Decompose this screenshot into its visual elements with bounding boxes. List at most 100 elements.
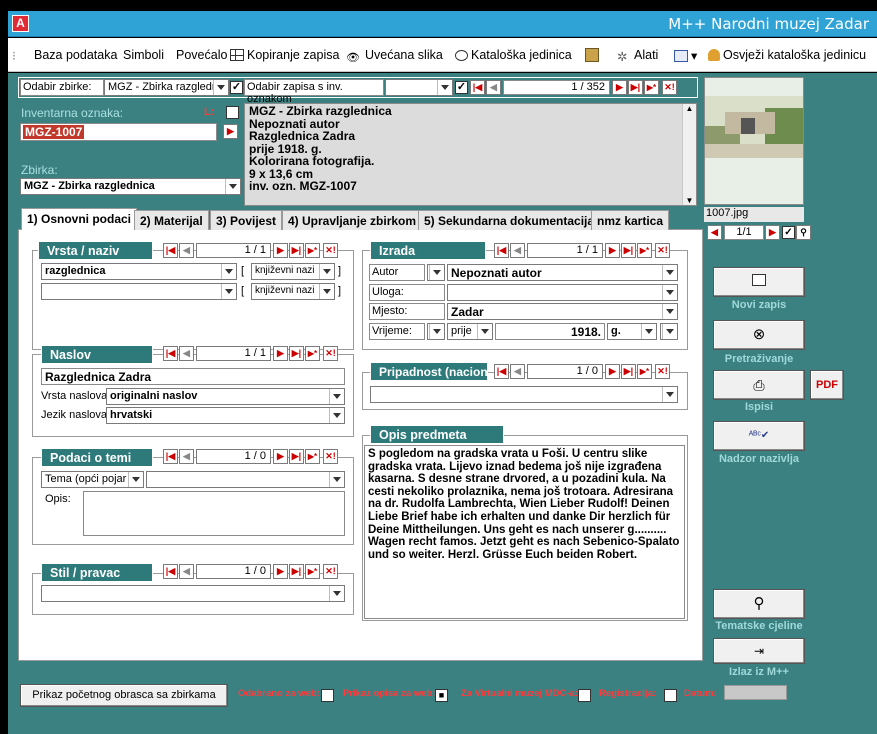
prev-button[interactable]: ◀ xyxy=(510,243,525,258)
tema-opis-textarea[interactable] xyxy=(83,491,345,536)
delete-record-button[interactable]: ✕! xyxy=(662,80,677,95)
tab-materijal[interactable]: 2) Materijal xyxy=(134,210,209,230)
pretrazivanje-button[interactable]: ⊗ xyxy=(713,320,805,350)
new-entry-button[interactable]: ▶* xyxy=(637,364,652,379)
last-button[interactable]: ▶| xyxy=(289,449,304,464)
naslov-input[interactable]: Razglednica Zadra xyxy=(41,368,345,385)
next-button[interactable]: ▶ xyxy=(273,243,288,258)
clipboard-button[interactable] xyxy=(585,48,602,63)
zbirka-checkbox[interactable]: ✓ xyxy=(230,81,243,94)
prev-button[interactable]: ◀ xyxy=(179,346,194,361)
inv-filter-select[interactable] xyxy=(385,79,453,96)
summary-scrollbar[interactable]: ▲ ▼ xyxy=(682,104,696,205)
delete-entry-button[interactable]: ✕! xyxy=(323,564,338,579)
menu-kataloska-jedinica[interactable]: Kataloška jedinica xyxy=(455,48,572,62)
new-entry-button[interactable]: ▶* xyxy=(305,243,320,258)
mjesto-select[interactable]: Zadar xyxy=(447,303,678,320)
tab-sekundarna-dokumentacija[interactable]: 5) Sekundarna dokumentacija xyxy=(418,210,601,230)
first-button[interactable]: |◀ xyxy=(494,364,509,379)
vrsta-row1-type-select[interactable]: književni nazi xyxy=(251,263,335,280)
image-zoom-button[interactable]: ⚲ xyxy=(796,225,811,240)
nadzor-nazivlja-button[interactable]: ᴬᴮᶜ✔ xyxy=(713,421,805,451)
inv-go-button[interactable]: ▶ xyxy=(223,124,238,139)
vrsta-row1-select[interactable]: razglednica xyxy=(41,263,237,280)
first-record-button[interactable]: |◀ xyxy=(470,80,485,95)
datum-field[interactable] xyxy=(724,685,787,700)
tema-value-select[interactable] xyxy=(146,471,345,488)
image-checkbox[interactable]: ✓ xyxy=(782,226,795,239)
zbirka-field[interactable]: MGZ - Zbirka razglednica xyxy=(20,178,241,195)
prije-select[interactable]: prije xyxy=(447,323,493,340)
menu-kopiranje-zapisa[interactable]: Kopiranje zapisa xyxy=(230,48,339,62)
last-button[interactable]: ▶| xyxy=(621,243,636,258)
first-button[interactable]: |◀ xyxy=(163,243,178,258)
pripadnost-select[interactable] xyxy=(370,386,678,403)
ispisi-button[interactable]: ⎙ xyxy=(713,370,805,400)
virtual-muzej-checkbox[interactable] xyxy=(578,689,591,702)
registracija-checkbox[interactable] xyxy=(664,689,677,702)
tab-nmz-kartica[interactable]: nmz kartica xyxy=(591,210,670,230)
year-input[interactable]: 1918. xyxy=(495,323,605,340)
tab-osnovni-podaci[interactable]: 1) Osnovni podaci xyxy=(21,208,138,230)
prev-button[interactable]: ◀ xyxy=(179,449,194,464)
tab-upravljanje-zbirkom[interactable]: 4) Upravljanje zbirkom xyxy=(282,210,423,230)
image-prev-button[interactable]: ◀ xyxy=(707,225,722,240)
prev-button[interactable]: ◀ xyxy=(179,564,194,579)
next-button[interactable]: ▶ xyxy=(273,449,288,464)
tema-select[interactable]: Tema (opći pojar xyxy=(41,471,144,488)
zbirka-select[interactable]: MGZ - Zbirka razgledr xyxy=(104,79,229,96)
izlaz-button[interactable]: ⇥ xyxy=(713,638,805,664)
inv-filter-checkbox[interactable]: ✓ xyxy=(455,81,468,94)
novi-zapis-button[interactable] xyxy=(713,267,805,297)
tab-povijest[interactable]: 3) Povijest xyxy=(210,210,283,230)
new-entry-button[interactable]: ▶* xyxy=(305,346,320,361)
vrsta-row2-type-select[interactable]: književni nazi xyxy=(251,283,335,300)
last-button[interactable]: ▶| xyxy=(621,364,636,379)
vrsta-row2-select[interactable] xyxy=(41,283,237,300)
web-checkbox[interactable] xyxy=(321,689,334,702)
last-button[interactable]: ▶| xyxy=(289,564,304,579)
first-button[interactable]: |◀ xyxy=(163,449,178,464)
menu-osvjezi[interactable]: Osvježi kataloška jedinicu xyxy=(708,48,866,62)
uloga-select[interactable] xyxy=(447,284,678,301)
last-button[interactable]: ▶| xyxy=(289,346,304,361)
menu-baza-podataka[interactable]: Baza podataka xyxy=(34,48,117,62)
next-record-button[interactable]: ▶ xyxy=(612,80,627,95)
vrijeme-type-select[interactable] xyxy=(427,323,445,340)
postcard-thumbnail[interactable] xyxy=(704,77,804,205)
delete-entry-button[interactable]: ✕! xyxy=(323,243,338,258)
stil-select[interactable] xyxy=(41,585,345,602)
inv-field[interactable]: MGZ-1007 xyxy=(20,123,217,141)
pdf-button[interactable]: PDF xyxy=(810,370,844,400)
new-entry-button[interactable]: ▶* xyxy=(305,449,320,464)
autor-type-select[interactable] xyxy=(427,264,445,281)
prev-button[interactable]: ◀ xyxy=(179,243,194,258)
next-button[interactable]: ▶ xyxy=(605,364,620,379)
last-record-button[interactable]: ▶| xyxy=(628,80,643,95)
jezik-naslova-select[interactable]: hrvatski xyxy=(106,407,345,424)
year-extra-select[interactable] xyxy=(660,323,678,340)
opis-textarea[interactable]: S pogledom na gradska vrata u Foši. U ce… xyxy=(364,445,685,619)
new-entry-button[interactable]: ▶* xyxy=(305,564,320,579)
next-button[interactable]: ▶ xyxy=(273,346,288,361)
tematske-cjeline-button[interactable]: ⚲ xyxy=(713,589,805,619)
opis-web-checkbox[interactable]: ■ xyxy=(435,689,448,702)
last-button[interactable]: ▶| xyxy=(289,243,304,258)
delete-entry-button[interactable]: ✕! xyxy=(655,243,670,258)
first-button[interactable]: |◀ xyxy=(494,243,509,258)
new-record-nav-button[interactable]: ▶* xyxy=(644,80,659,95)
delete-entry-button[interactable]: ✕! xyxy=(323,346,338,361)
year-unit-select[interactable]: g. xyxy=(607,323,657,340)
prev-button[interactable]: ◀ xyxy=(510,364,525,379)
image-next-button[interactable]: ▶ xyxy=(765,225,780,240)
l-checkbox[interactable] xyxy=(226,106,239,119)
form-dropdown-button[interactable]: ▾ xyxy=(674,48,697,63)
first-button[interactable]: |◀ xyxy=(163,564,178,579)
menu-simboli[interactable]: Simboli xyxy=(123,48,164,62)
menu-alati[interactable]: ✲ Alati xyxy=(617,48,658,64)
prikaz-pocetnog-obrasca-button[interactable]: Prikaz početnog obrasca sa zbirkama xyxy=(20,684,228,707)
first-button[interactable]: |◀ xyxy=(163,346,178,361)
delete-entry-button[interactable]: ✕! xyxy=(323,449,338,464)
menu-povecalo[interactable]: Povećalo xyxy=(176,48,227,62)
menu-uvecana-slika[interactable]: 👁 Uvećana slika xyxy=(346,48,443,64)
